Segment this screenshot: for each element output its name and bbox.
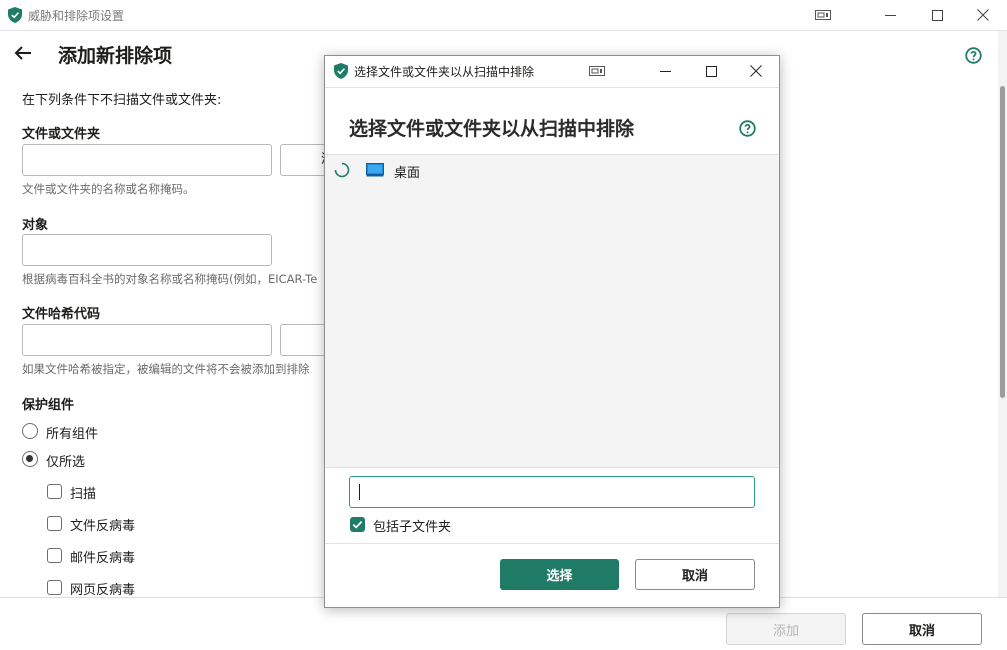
dialog-title-bar: 选择文件或文件夹以从扫描中排除 [325,56,779,86]
add-button[interactable]: 添加 [726,613,846,645]
title-bar-divider [0,30,1007,31]
file-or-folder-hint: 文件或文件夹的名称或名称掩码。 [22,182,195,196]
file-hash-label: 文件哈希代码 [22,307,101,322]
checkbox-mail-antivirus[interactable] [47,548,62,563]
window-title: 威胁和排除项设置 [28,9,125,23]
object-input[interactable] [22,234,272,266]
file-or-folder-input[interactable] [22,144,272,176]
select-button[interactable]: 选择 [500,559,619,590]
file-hash-second-input[interactable] [280,324,330,356]
minimize-icon [659,70,671,72]
maximize-button[interactable] [914,0,960,30]
checkbox-web-antivirus-label: 网页反病毒 [70,583,136,598]
checkmark-icon [352,520,363,529]
dialog-minimize-button[interactable] [642,56,688,86]
file-or-folder-label: 文件或文件夹 [22,127,101,142]
dialog-heading: 选择文件或文件夹以从扫描中排除 [349,118,635,140]
keyboard-icon [815,10,831,20]
title-bar: 威胁和排除项设置 [0,0,1007,30]
close-button[interactable] [960,0,1006,30]
dialog-window-title: 选择文件或文件夹以从扫描中排除 [354,65,535,79]
help-icon[interactable] [965,47,982,64]
file-hash-input[interactable] [22,324,272,356]
text-caret [359,484,360,500]
minimize-icon [884,14,896,16]
folder-tree[interactable]: 桌面 [325,155,779,467]
tree-item-desktop[interactable]: 桌面 [325,155,779,185]
include-subfolders-label: 包括子文件夹 [373,520,452,535]
dialog-maximize-button[interactable] [688,56,734,86]
dialog-cancel-button[interactable]: 取消 [635,559,755,590]
loading-spinner-icon [334,162,350,178]
protection-components-label: 保护组件 [22,398,75,413]
path-input[interactable] [349,476,755,508]
include-subfolders-checkbox[interactable] [350,517,365,532]
object-label: 对象 [22,218,49,233]
scrollbar-thumb[interactable] [1000,86,1005,398]
back-arrow-icon[interactable] [12,42,34,64]
cancel-button[interactable]: 取消 [862,613,982,645]
minimize-button[interactable] [867,0,913,30]
tree-bottom-divider [325,467,779,468]
page-title: 添加新排除项 [58,45,173,67]
checkbox-file-antivirus-label: 文件反病毒 [70,519,136,534]
checkbox-scan-label: 扫描 [70,487,97,502]
maximize-icon [705,65,717,77]
browse-button[interactable]: 浏 [280,144,330,176]
dialog-title-divider [325,87,779,88]
desktop-icon [366,163,384,177]
dialog-close-button[interactable] [733,56,779,86]
radio-all-components[interactable] [22,423,38,439]
select-file-dialog: 选择文件或文件夹以从扫描中排除 选择文件或文件夹以从扫描中排除 桌面 包括子文件… [324,55,780,608]
kaspersky-shield-icon [8,7,22,23]
kaspersky-shield-icon [334,63,348,79]
checkbox-web-antivirus[interactable] [47,580,62,595]
close-icon [977,9,989,21]
radio-all-components-label: 所有组件 [46,427,99,442]
file-hash-hint: 如果文件哈希被指定，被编辑的文件将不会被添加到排除 [22,362,310,376]
dialog-footer-divider [325,543,779,544]
checkbox-file-antivirus[interactable] [47,516,62,531]
object-hint: 根据病毒百科全书的对象名称或名称掩码(例如，EICAR-Te [22,272,318,286]
tree-item-desktop-label: 桌面 [394,166,421,181]
checkbox-mail-antivirus-label: 邮件反病毒 [70,551,136,566]
close-icon [750,65,762,77]
dialog-screen-keyboard-button[interactable] [574,56,620,86]
form-description: 在下列条件下不扫描文件或文件夹: [22,93,222,108]
keyboard-icon [589,66,605,76]
screen-keyboard-button[interactable] [800,0,846,30]
checkbox-scan[interactable] [47,484,62,499]
maximize-icon [931,9,943,21]
radio-only-selected-label: 仅所选 [46,455,86,470]
help-icon[interactable] [739,120,756,137]
radio-only-selected[interactable] [22,451,38,467]
